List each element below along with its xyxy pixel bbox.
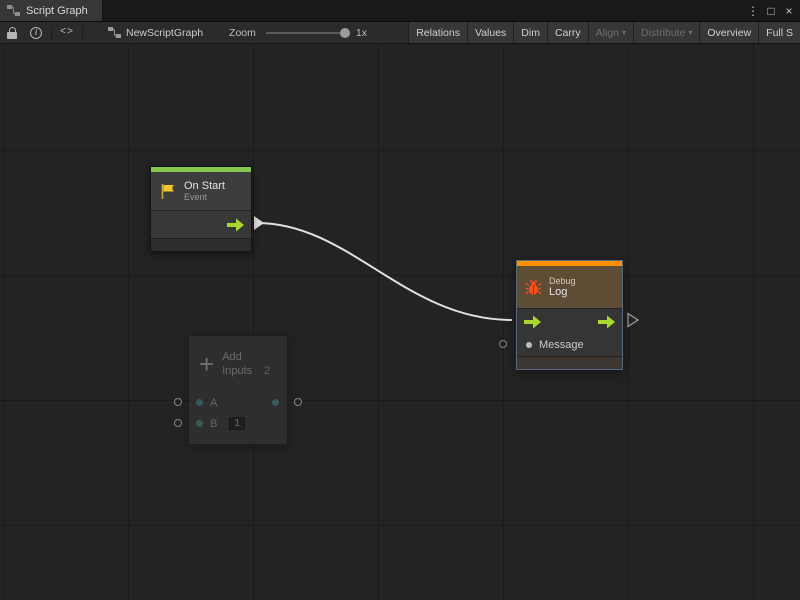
node-header: On Start Event (151, 172, 251, 210)
wire-start-arrow-icon (254, 216, 264, 230)
zoom-slider-thumb[interactable] (340, 28, 350, 38)
node-subtitle: Event (184, 192, 225, 202)
graph-name-button[interactable]: NewScriptGraph (108, 27, 203, 39)
trigger-input-port[interactable] (524, 315, 541, 328)
message-port-label: Message (539, 339, 584, 351)
toolbar-separator (51, 26, 52, 40)
node-footer (517, 356, 622, 369)
script-graph-asset-icon (108, 27, 121, 38)
node-title: Log (549, 286, 576, 298)
lock-icon[interactable] (0, 22, 24, 43)
output-direction-arrow-icon (628, 314, 638, 327)
node-title-line2: Inputs (222, 364, 252, 378)
node-header: + Add Inputs 2 (189, 336, 287, 392)
script-graph-window: Script Graph ⋮ □ × i <> NewScriptGraph Z… (0, 0, 800, 600)
message-outer-port-circle[interactable] (499, 340, 507, 348)
port-b-outer-circle[interactable] (174, 419, 182, 427)
trigger-row (517, 308, 622, 334)
carry-button[interactable]: Carry (547, 22, 588, 43)
titlebar: Script Graph ⋮ □ × (0, 0, 800, 22)
distribute-button: Distribute ▾ (633, 22, 699, 43)
zoom-value: 1x (356, 27, 367, 39)
node-add-inputs-ghost[interactable]: + Add Inputs 2 A B 1 (188, 335, 288, 445)
code-view-icon[interactable]: <> (55, 22, 79, 43)
toolbar-buttons: Relations Values Dim Carry Align ▾ Distr… (408, 22, 800, 43)
graph-canvas[interactable]: On Start Event (0, 44, 800, 600)
value-port-b[interactable] (196, 420, 203, 427)
graph-icon (7, 5, 20, 16)
zoom-label: Zoom (229, 27, 256, 39)
output-outer-circle[interactable] (294, 398, 302, 406)
graph-name-label: NewScriptGraph (126, 27, 203, 39)
values-button[interactable]: Values (467, 22, 513, 43)
kebab-menu-icon[interactable]: ⋮ (744, 1, 762, 21)
fullscreen-button[interactable]: Full S (758, 22, 800, 43)
relations-button[interactable]: Relations (408, 22, 467, 43)
message-port-row: Message (517, 334, 622, 356)
window-controls: ⋮ □ × (744, 0, 800, 21)
port-a-label: A (210, 397, 217, 409)
plus-icon: + (199, 353, 214, 375)
graph-toolbar: i <> NewScriptGraph Zoom 1x Relations Va… (0, 22, 800, 44)
chevron-down-icon: ▾ (688, 28, 692, 37)
toolbar-separator (82, 26, 83, 40)
connections-layer (0, 44, 800, 600)
close-icon[interactable]: × (780, 1, 798, 21)
tab-title: Script Graph (26, 5, 88, 17)
zoom-slider[interactable] (266, 32, 348, 34)
node-title-line1: Add (222, 350, 270, 364)
message-value-port[interactable] (526, 342, 532, 348)
trigger-row (151, 210, 251, 238)
node-category: Debug (549, 276, 576, 286)
node-on-start[interactable]: On Start Event (150, 166, 252, 252)
chevron-down-icon: ▾ (622, 28, 626, 37)
port-b-value-field[interactable]: 1 (229, 417, 245, 430)
wire-onstart-to-log[interactable] (257, 223, 512, 320)
trigger-output-port[interactable] (227, 218, 244, 231)
tab-script-graph[interactable]: Script Graph (0, 0, 103, 21)
value-output-port[interactable] (272, 399, 279, 406)
port-row-b: B 1 (189, 413, 287, 434)
port-b-label: B (210, 418, 217, 430)
bug-icon (525, 279, 542, 296)
port-a-outer-circle[interactable] (174, 398, 182, 406)
value-port-a[interactable] (196, 399, 203, 406)
node-debug-log[interactable]: Debug Log Message (516, 260, 623, 370)
node-footer (151, 238, 251, 251)
trigger-output-port[interactable] (598, 315, 615, 328)
dim-button[interactable]: Dim (513, 22, 547, 43)
align-button: Align ▾ (588, 22, 633, 43)
info-icon[interactable]: i (24, 22, 48, 43)
maximize-icon[interactable]: □ (762, 1, 780, 21)
input-count: 2 (264, 364, 270, 378)
node-title: On Start (184, 180, 225, 192)
flag-icon (159, 183, 177, 200)
overview-button[interactable]: Overview (699, 22, 758, 43)
node-header: Debug Log (517, 266, 622, 308)
